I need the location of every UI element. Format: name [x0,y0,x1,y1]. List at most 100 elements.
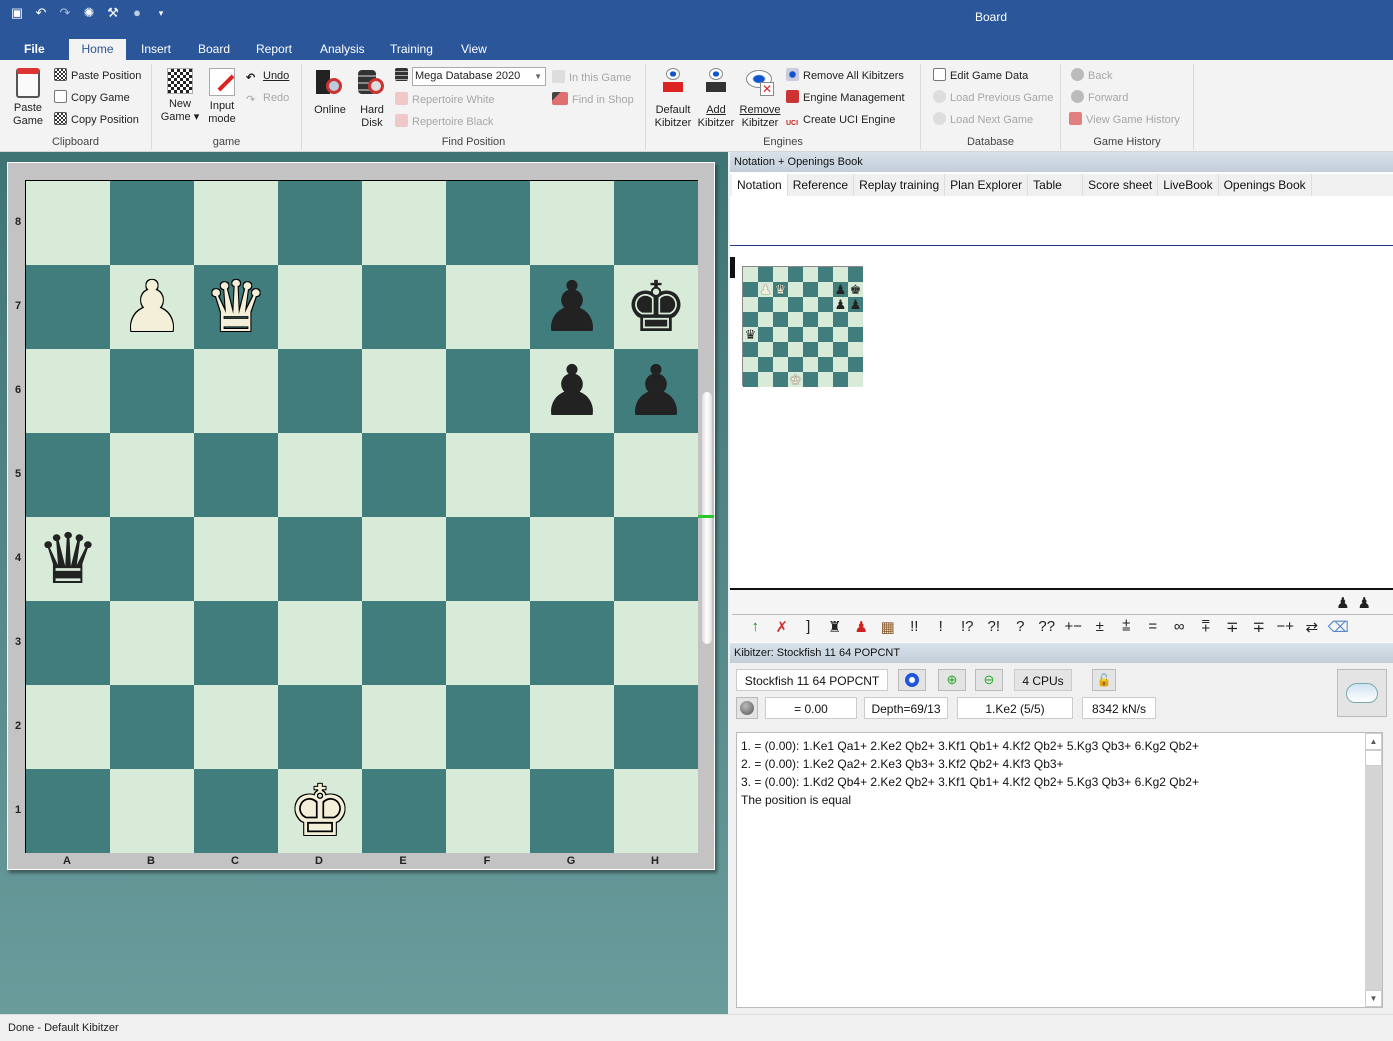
black-pawn-piece[interactable]: ♟ [541,356,604,426]
square-d7[interactable] [278,265,362,349]
scroll-down-button[interactable]: ▼ [1365,990,1382,1007]
square-c8[interactable] [194,181,278,265]
cloud-button[interactable] [1337,669,1387,717]
tab-insert[interactable]: Insert [133,39,179,60]
square-f5[interactable] [446,433,530,517]
tab-home[interactable]: Home [69,39,126,60]
remove-kibitzer-button[interactable]: ✕ Remove Kibitzer [738,66,782,130]
square-g2[interactable] [530,685,614,769]
square-g7[interactable]: ♟ [530,265,614,349]
add-kibitzer-button[interactable]: Add Kibitzer [694,66,738,130]
output-scrollbar[interactable]: ▲ ▼ [1365,733,1382,1007]
tab-livebook[interactable]: LiveBook [1158,174,1219,196]
square-c7[interactable]: ♛ [194,265,278,349]
annotation-symbol-button[interactable]: ∓ [1219,618,1246,636]
decrease-lines-button[interactable]: ⊖ [975,669,1003,691]
tab-board[interactable]: Board [190,39,238,60]
square-h4[interactable] [614,517,698,601]
undo-icon[interactable]: ↶ [34,6,48,20]
white-king-piece[interactable]: ♚ [289,776,352,846]
scroll-thumb[interactable] [1365,750,1382,766]
load-previous-game-button[interactable]: Load Previous Game [933,88,1053,108]
square-a5[interactable] [26,433,110,517]
tab-openings-book[interactable]: Openings Book [1218,174,1312,196]
edit-game-data-button[interactable]: Edit Game Data [933,66,1028,86]
tab-training[interactable]: Training [382,39,441,60]
square-f1[interactable] [446,769,530,853]
square-e2[interactable] [362,685,446,769]
square-d4[interactable] [278,517,362,601]
annotation-symbol-button[interactable]: ♜ [822,618,849,636]
annotation-symbol-button[interactable]: ♟ [848,618,875,636]
square-c4[interactable] [194,517,278,601]
square-e3[interactable] [362,601,446,685]
redo-button[interactable]: ↷ Redo [246,88,289,108]
annotation-symbol-button[interactable]: ?! [981,618,1008,635]
stop-engine-button[interactable] [898,669,926,691]
annotation-symbol-button[interactable]: ⇄ [1299,618,1326,636]
repertoire-white-button[interactable]: Repertoire White [395,90,495,110]
create-uci-engine-button[interactable]: UCI Create UCI Engine [786,110,895,130]
square-g6[interactable]: ♟ [530,349,614,433]
square-b8[interactable] [110,181,194,265]
square-g1[interactable] [530,769,614,853]
annotation-symbol-button[interactable]: ! [928,618,955,635]
lock-button[interactable]: 🔓 [1092,669,1116,691]
square-a8[interactable] [26,181,110,265]
square-b2[interactable] [110,685,194,769]
scroll-up-button[interactable]: ▲ [1365,733,1382,750]
square-d8[interactable] [278,181,362,265]
square-f3[interactable] [446,601,530,685]
square-h3[interactable] [614,601,698,685]
square-a6[interactable] [26,349,110,433]
square-h1[interactable] [614,769,698,853]
annotation-symbol-button[interactable]: ?? [1034,618,1061,635]
square-a3[interactable] [26,601,110,685]
tab-table[interactable]: Table [1028,174,1084,196]
new-game-button[interactable]: New Game ▾ [160,66,200,124]
load-next-game-button[interactable]: Load Next Game [933,110,1033,130]
square-e7[interactable] [362,265,446,349]
square-c5[interactable] [194,433,278,517]
square-f8[interactable] [446,181,530,265]
annotation-symbol-button[interactable]: ⌫ [1325,618,1352,636]
square-h2[interactable] [614,685,698,769]
tab-analysis[interactable]: Analysis [312,39,373,60]
view-game-history-button[interactable]: View Game History [1069,110,1180,130]
copy-game-button[interactable]: Copy Game [54,88,130,108]
black-queen-piece[interactable]: ♛ [37,524,100,594]
paste-position-button[interactable]: Paste Position [54,66,141,86]
tab-view[interactable]: View [453,39,495,60]
square-a7[interactable] [26,265,110,349]
diagram-thumbnail[interactable]: ♟ ♛ ♟ ♚ ♟ ♟ ♛ ♚ [742,266,863,387]
hard-disk-button[interactable]: Hard Disk [352,66,392,130]
wrench-icon[interactable]: ⚒ [106,6,120,20]
square-g4[interactable] [530,517,614,601]
in-this-game-button[interactable]: In this Game [552,68,631,88]
square-b1[interactable] [110,769,194,853]
engine-icon[interactable]: ✺ [82,6,96,20]
square-d5[interactable] [278,433,362,517]
annotation-symbol-button[interactable]: ⩲ [1113,618,1140,635]
engine-name-button[interactable]: Stockfish 11 64 POPCNT [736,669,888,691]
square-f2[interactable] [446,685,530,769]
annotation-symbol-button[interactable]: ± [1087,618,1114,635]
square-b7[interactable]: ♟ [110,265,194,349]
annotation-symbol-button[interactable]: !? [954,618,981,635]
square-h7[interactable]: ♚ [614,265,698,349]
remove-all-kibitzers-button[interactable]: Remove All Kibitzers [786,66,904,86]
annotation-symbol-button[interactable]: ∓ [1246,618,1273,636]
square-f6[interactable] [446,349,530,433]
square-c3[interactable] [194,601,278,685]
undo-button[interactable]: ↶ Undo [246,66,289,86]
chess-board[interactable]: ♟ ♛ ♟ ♚ ♟ ♟ ♛ ♚ [25,180,698,853]
online-button[interactable]: Online [310,66,350,117]
square-e4[interactable] [362,517,446,601]
white-pawn-piece[interactable]: ♟ [121,272,184,342]
square-b3[interactable] [110,601,194,685]
square-f7[interactable] [446,265,530,349]
square-a4[interactable]: ♛ [26,517,110,601]
annotation-symbol-button[interactable]: ⩱ [1193,618,1220,635]
square-d1[interactable]: ♚ [278,769,362,853]
square-h6[interactable]: ♟ [614,349,698,433]
